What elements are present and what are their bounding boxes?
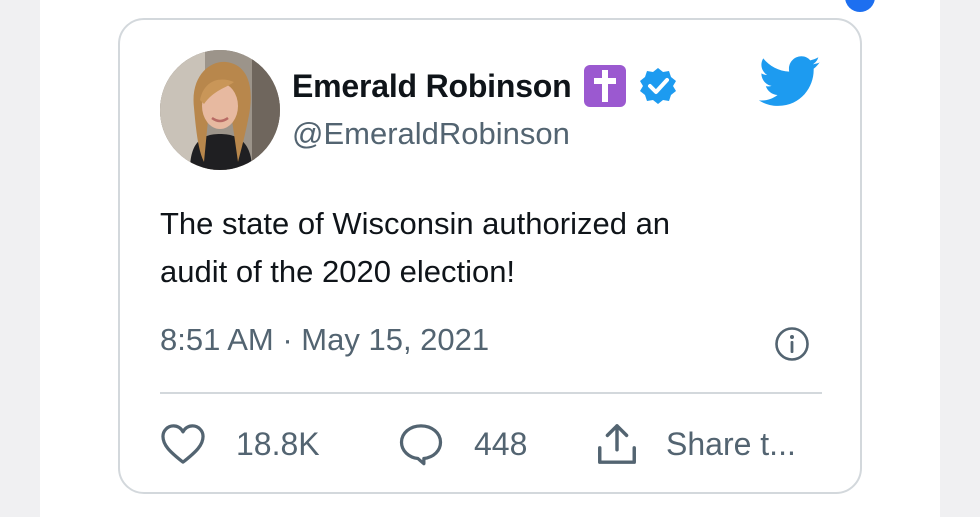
tweet-text: The state of Wisconsin authorized an aud… [160,200,820,296]
display-name[interactable]: Emerald Robinson [292,68,572,105]
tweet-text-line: The state of Wisconsin authorized an [160,206,671,241]
tweet-text-line: audit of the 2020 election! [160,254,516,289]
author-handle[interactable]: @EmeraldRobinson [292,116,570,152]
info-icon[interactable] [774,326,810,362]
reply-count: 448 [474,425,528,462]
author-name-row: Emerald Robinson [292,64,678,108]
avatar[interactable] [160,50,280,170]
comment-bubble-icon [398,421,444,467]
share-button[interactable]: Share t... [594,421,796,467]
share-label: Share t... [666,425,796,462]
twitter-bird-icon[interactable] [758,56,822,108]
like-count: 18.8K [236,425,320,462]
tweet-timestamp[interactable]: 8:51 AM · May 15, 2021 [160,322,489,358]
divider [160,392,822,394]
verified-badge-icon [638,66,678,106]
like-button[interactable]: 18.8K [160,421,398,467]
tweet-actions: 18.8K 448 Share t... [160,420,840,468]
tweet-card[interactable]: Emerald Robinson @EmeraldRobinson The st… [118,18,862,494]
share-upload-icon [594,421,640,467]
latin-cross-emoji-icon [583,65,626,107]
heart-icon [160,421,206,467]
reply-button[interactable]: 448 [398,421,594,467]
